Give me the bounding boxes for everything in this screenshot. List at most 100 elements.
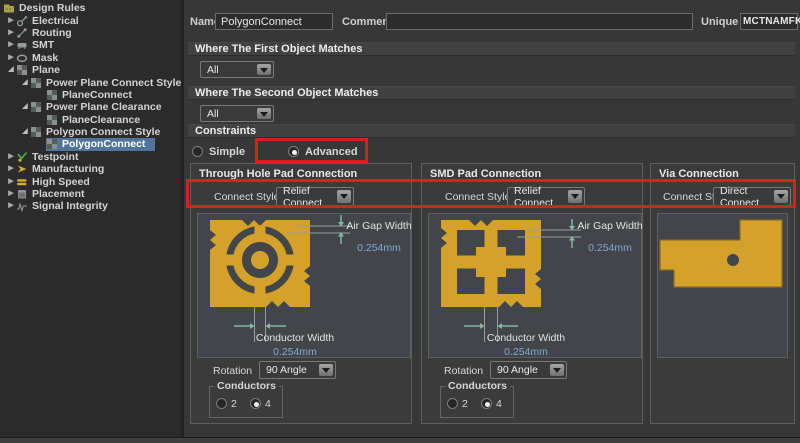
tree-item-plane[interactable]: Plane	[0, 64, 181, 76]
connect-style-dropdown[interactable]: Relief Connect	[276, 187, 354, 206]
tree-item-label: Testpoint	[32, 151, 78, 163]
tree-item-polygon-connect-style[interactable]: Polygon Connect Style	[0, 126, 181, 138]
conductors-label: Conductors	[214, 380, 279, 392]
tree-item-planeconnect[interactable]: PlaneConnect	[0, 89, 181, 101]
collapse-arrow-icon[interactable]	[6, 16, 16, 26]
rule-category-icon	[30, 101, 44, 113]
tree-item-label: PolygonConnect	[62, 138, 145, 150]
direct-connect-preview	[658, 214, 789, 359]
collapse-arrow-icon[interactable]	[6, 189, 16, 199]
expand-arrow-icon[interactable]	[6, 65, 16, 75]
bottom-edge-strip	[0, 437, 800, 443]
connect-style-dropdown[interactable]: Relief Connect	[507, 187, 585, 206]
rule-icon	[46, 89, 60, 101]
simple-radio[interactable]	[192, 146, 203, 157]
collapse-arrow-icon[interactable]	[6, 53, 16, 63]
tree-item-label: Polygon Connect Style	[46, 126, 160, 138]
chevron-down-icon	[257, 108, 271, 119]
conductor-width-value: 0.254mm	[456, 346, 596, 358]
chevron-down-icon	[568, 190, 582, 203]
tree-item-mask[interactable]: Mask	[0, 52, 181, 64]
rule-icon	[46, 138, 60, 150]
rule-icon	[46, 114, 60, 126]
rule-category-icon	[30, 77, 44, 89]
smd-diagram: Air Gap Width 0.254mm Conductor Width 0.…	[428, 213, 642, 358]
tree-item-smt[interactable]: SMT	[0, 39, 181, 51]
second-object-header: Where The Second Object Matches	[188, 86, 795, 100]
chevron-down-icon	[337, 190, 351, 203]
chevron-down-icon	[774, 190, 788, 203]
conductors-label: Conductors	[445, 380, 510, 392]
tree-item-power-plane-connect-style[interactable]: Power Plane Connect Style	[0, 76, 181, 88]
through-hole-pad-connection-group: Through Hole Pad Connection Connect Styl…	[190, 163, 412, 424]
collapse-arrow-icon[interactable]	[6, 152, 16, 162]
second-object-scope-dropdown[interactable]: All	[200, 105, 274, 122]
mask-icon	[16, 52, 30, 64]
unique-id-value: MCTNAMFK	[740, 13, 798, 30]
conductors-4-radio[interactable]	[250, 398, 261, 409]
expand-arrow-icon[interactable]	[20, 127, 30, 137]
tree-item-signal-integrity[interactable]: Signal Integrity	[0, 200, 181, 212]
tree-item-design-rules[interactable]: Design Rules	[0, 2, 181, 14]
testpoint-icon	[16, 151, 30, 163]
tree-item-planeclearance[interactable]: PlaneClearance	[0, 114, 181, 126]
expand-arrow-icon[interactable]	[20, 102, 30, 112]
constraints-header: Constraints	[188, 124, 795, 138]
conductors-2-radio[interactable]	[447, 398, 458, 409]
panel-divider[interactable]	[181, 0, 184, 437]
tree-item-power-plane-clearance[interactable]: Power Plane Clearance	[0, 101, 181, 113]
tree-item-label: Routing	[32, 27, 72, 39]
comment-input[interactable]	[386, 13, 693, 30]
air-gap-label: Air Gap Width	[577, 220, 643, 232]
tree-item-label: Power Plane Clearance	[46, 101, 162, 113]
placement-icon	[16, 188, 30, 200]
connect-style-dropdown[interactable]: Direct Connect	[713, 187, 791, 206]
conductors-group: Conductors 2 4	[440, 386, 514, 418]
advanced-radio[interactable]	[288, 146, 299, 157]
rotation-dropdown[interactable]: 90 Angle	[259, 361, 336, 379]
tree-item-label: Power Plane Connect Style	[46, 77, 181, 89]
expand-arrow-icon[interactable]	[20, 78, 30, 88]
air-gap-value: 0.254mm	[346, 242, 412, 254]
conductor-width-value: 0.254mm	[225, 346, 365, 358]
manufacturing-icon	[16, 163, 30, 175]
tree-item-testpoint[interactable]: Testpoint	[0, 151, 181, 163]
tree-item-polygonconnect-selected[interactable]: PolygonConnect	[0, 138, 181, 150]
conductors-2-radio[interactable]	[216, 398, 227, 409]
rotation-dropdown[interactable]: 90 Angle	[490, 361, 567, 379]
connect-style-label: Connect Style	[214, 191, 279, 203]
tree-item-label: Design Rules	[19, 2, 86, 14]
conductors-4-radio[interactable]	[481, 398, 492, 409]
rules-tree: Design Rules Electrical Routing SMT Mask…	[0, 0, 181, 437]
tree-item-label: Electrical	[32, 15, 79, 27]
tree-item-routing[interactable]: Routing	[0, 27, 181, 39]
first-object-scope-dropdown[interactable]: All	[200, 61, 274, 78]
air-gap-value: 0.254mm	[577, 242, 643, 254]
tree-item-label: High Speed	[32, 176, 90, 188]
collapse-arrow-icon[interactable]	[6, 201, 16, 211]
smt-icon	[16, 39, 30, 51]
tree-item-label: Manufacturing	[32, 163, 104, 175]
rule-editor-panel: Name Comment Unique ID MCTNAMFK Where Th…	[184, 0, 800, 437]
chevron-down-icon	[550, 364, 564, 376]
tree-item-label: SMT	[32, 39, 54, 51]
tree-item-electrical[interactable]: Electrical	[0, 14, 181, 26]
group-title: Via Connection	[659, 168, 739, 180]
conductors-4-label: 4	[265, 398, 271, 410]
collapse-arrow-icon[interactable]	[6, 164, 16, 174]
collapse-arrow-icon[interactable]	[6, 177, 16, 187]
rule-category-icon	[30, 126, 44, 138]
tree-item-high-speed[interactable]: High Speed	[0, 175, 181, 187]
air-gap-label: Air Gap Width	[346, 220, 412, 232]
collapse-arrow-icon[interactable]	[6, 40, 16, 50]
conductors-2-label: 2	[462, 398, 468, 410]
tree-item-label: Placement	[32, 188, 85, 200]
signal-integrity-icon	[16, 200, 30, 212]
rotation-label: Rotation	[444, 365, 483, 377]
tree-item-placement[interactable]: Placement	[0, 188, 181, 200]
smd-pad-connection-group: SMD Pad Connection Connect Style Relief …	[421, 163, 643, 424]
tree-item-manufacturing[interactable]: Manufacturing	[0, 163, 181, 175]
name-input[interactable]	[215, 13, 333, 30]
high-speed-icon	[16, 176, 30, 188]
collapse-arrow-icon[interactable]	[6, 28, 16, 38]
